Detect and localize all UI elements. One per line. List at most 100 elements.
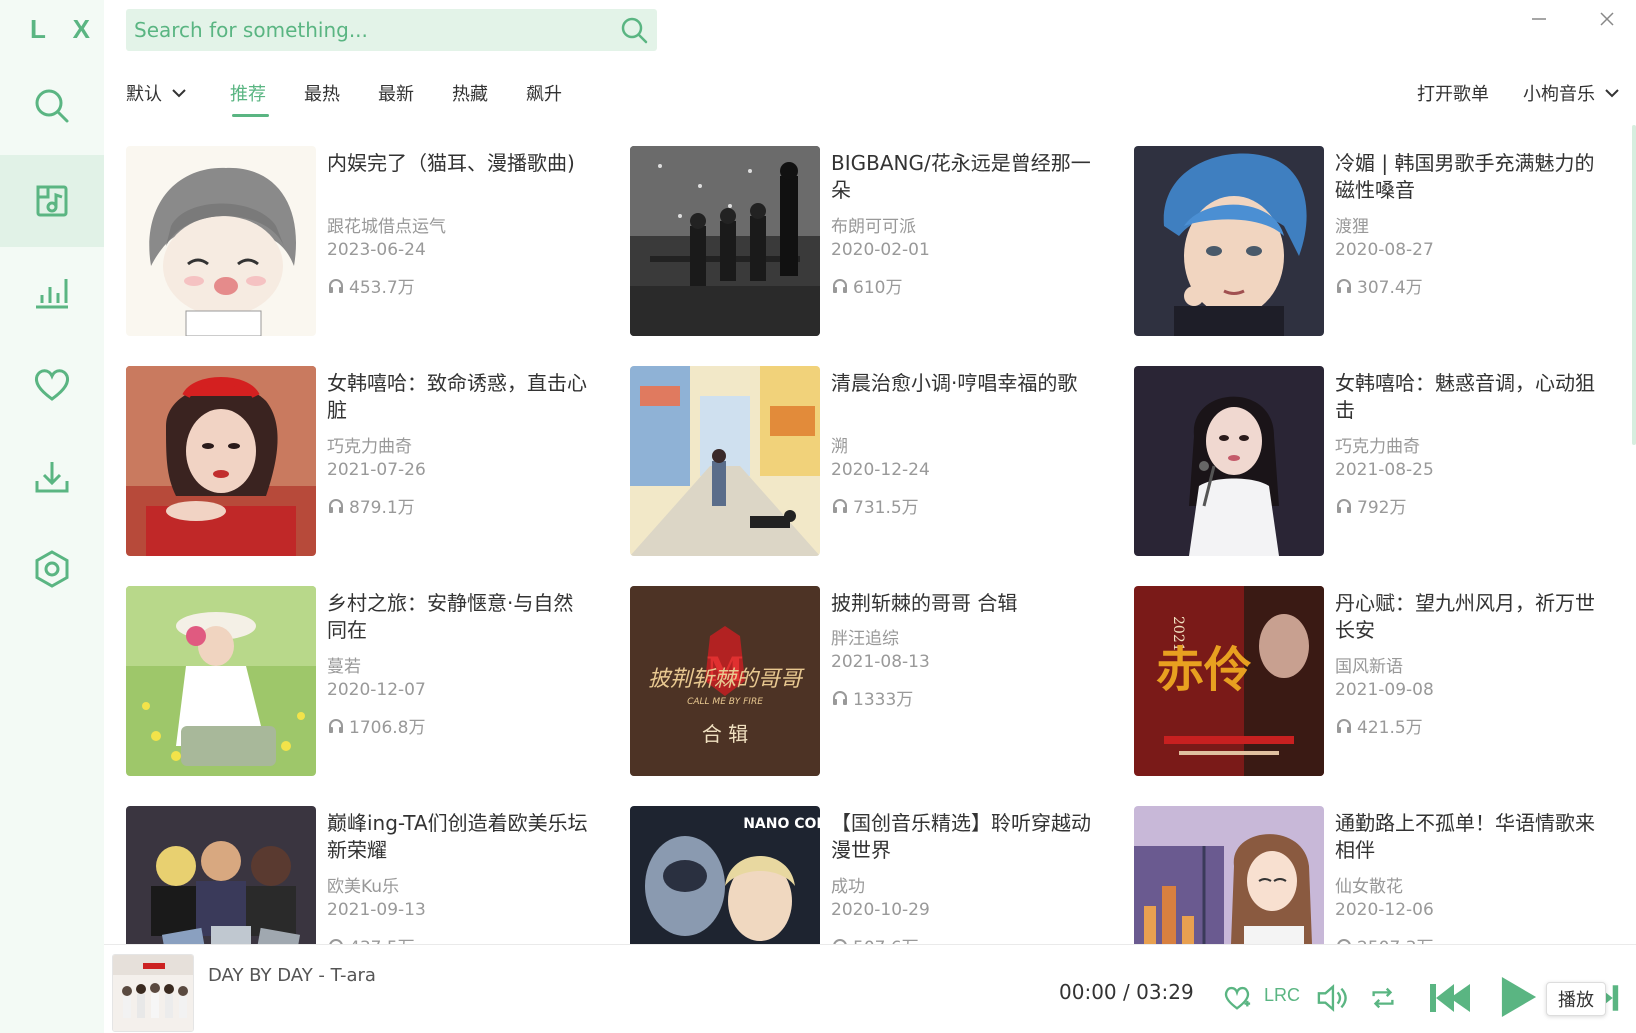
play-count: 610万	[853, 278, 903, 298]
tab-recommend[interactable]: 推荐	[230, 80, 266, 106]
playlist-card[interactable]: 巅峰ing-TA们创造着欧美乐坛新荣耀 欧美Ku乐 2021-09-13 437…	[126, 806, 616, 944]
loop-mode-button[interactable]	[1366, 981, 1400, 1015]
volume-button[interactable]	[1314, 981, 1350, 1015]
previous-track-button[interactable]	[1428, 977, 1472, 1019]
nav-songlist[interactable]	[0, 155, 104, 247]
playlist-plays: 437.5万	[327, 933, 415, 944]
playlist-cover[interactable]	[126, 146, 316, 336]
playlist-card[interactable]: 清晨治愈小调·哼唱幸福的歌 溯 2020-12-24 731.5万	[630, 366, 1120, 558]
playlist-cover[interactable]	[1134, 806, 1324, 944]
playlist-cover[interactable]: NANO CORE	[630, 806, 820, 944]
playlist-cover[interactable]	[630, 366, 820, 556]
nav-settings[interactable]	[0, 523, 104, 615]
playlist-cover[interactable]	[126, 806, 316, 944]
search-bar	[126, 9, 657, 51]
playlist-date: 2020-12-06	[1335, 900, 1434, 920]
playlist-title[interactable]: 巅峰ing-TA们创造着欧美乐坛新荣耀	[327, 810, 589, 864]
now-playing-cover[interactable]	[112, 954, 194, 1032]
playlist-cover[interactable]	[1134, 146, 1324, 336]
playlist-card[interactable]: 乡村之旅：安静惬意·与自然同在 蔓若 2020-12-07 1706.8万	[126, 586, 616, 778]
playlist-title[interactable]: 丹心赋：望九州风月，祈万世长安	[1335, 590, 1597, 644]
playlist-date: 2020-12-07	[327, 680, 426, 700]
active-tab-indicator	[232, 114, 269, 117]
sidebar: L X	[0, 0, 104, 1033]
cover-bottom-text: 合 辑	[702, 722, 748, 746]
nav-search[interactable]	[0, 60, 104, 152]
open-playlist-button[interactable]: 打开歌单	[1417, 80, 1489, 106]
playlist-title[interactable]: 冷媚 | 韩国男歌手充满魅力的磁性嗓音	[1335, 150, 1597, 204]
playlist-date: 2021-09-13	[327, 900, 426, 920]
cover-main-text: 披荆斩棘的哥哥	[648, 667, 805, 692]
scrollbar-thumb[interactable]	[1632, 125, 1636, 445]
playlist-cover[interactable]	[630, 146, 820, 336]
headphones-icon	[833, 938, 847, 944]
playlist-title[interactable]: 通勤路上不孤单！华语情歌来相伴	[1335, 810, 1597, 864]
play-count: 453.7万	[349, 278, 415, 298]
search-icon	[621, 17, 648, 44]
headphones-icon	[1337, 938, 1351, 944]
playlist-plays: 507.6万	[831, 933, 919, 944]
playlist-author: 欧美Ku乐	[327, 877, 400, 897]
play-count: 437.5万	[349, 933, 415, 944]
playlist-cover[interactable]: M 披荆斩棘的哥哥 CALL ME BY FIRE 合 辑	[630, 586, 820, 776]
playlist-author: 巧克力曲奇	[327, 437, 412, 457]
playlist-card[interactable]: NANO CORE 【国创音乐精选】聆听穿越动漫世界 成功 2020-10-29…	[630, 806, 1120, 944]
source-select[interactable]: 小枸音乐	[1523, 80, 1619, 106]
play-count: 1706.8万	[349, 718, 426, 738]
playlist-date: 2021-08-25	[1335, 460, 1434, 480]
playlist-card[interactable]: BIGBANG/花永远是曾经那一朵 布朗可可派 2020-02-01 610万	[630, 146, 1120, 338]
tab-hottest[interactable]: 最热	[304, 80, 340, 106]
search-button[interactable]	[619, 15, 649, 45]
playlist-card[interactable]: 内娱完了（猫耳、漫播歌曲) 跟花城借点运气 2023-06-24 453.7万	[126, 146, 616, 338]
playlist-title[interactable]: 披荆斩棘的哥哥 合辑	[831, 590, 1093, 617]
sort-select[interactable]: 默认	[126, 80, 186, 106]
favorite-button[interactable]	[1220, 981, 1254, 1015]
playlist-plays: 792万	[1335, 493, 1406, 518]
playlist-plays: 731.5万	[831, 493, 919, 518]
playlist-card[interactable]: 冷媚 | 韩国男歌手充满魅力的磁性嗓音 渡狸 2020-08-27 307.4万	[1134, 146, 1606, 338]
search-input[interactable]	[126, 9, 596, 51]
repeat-icon	[1372, 987, 1394, 1009]
heart-add-icon	[1224, 986, 1251, 1010]
playlist-title[interactable]: 内娱完了（猫耳、漫播歌曲)	[327, 150, 589, 177]
playlist-date: 2020-10-29	[831, 900, 930, 920]
lyrics-button[interactable]: LRC	[1264, 985, 1300, 1006]
playlist-date: 2020-12-24	[831, 460, 930, 480]
close-icon	[1600, 12, 1614, 26]
playlist-title[interactable]: 清晨治愈小调·哼唱幸福的歌	[831, 370, 1093, 397]
close-button[interactable]	[1592, 4, 1622, 34]
playlist-title[interactable]: 女韩嘻哈：魅惑音调，心动狙击	[1335, 370, 1597, 424]
tab-most-collected[interactable]: 热藏	[452, 80, 488, 106]
playlist-title[interactable]: BIGBANG/花永远是曾经那一朵	[831, 150, 1093, 204]
play-button[interactable]	[1498, 973, 1540, 1021]
playlist-title[interactable]: 乡村之旅：安静惬意·与自然同在	[327, 590, 589, 644]
chevron-down-icon	[1605, 89, 1619, 98]
headphones-icon	[329, 938, 343, 944]
playlist-card[interactable]: 2021 赤伶 丹心赋：望九州风月，祈万世长安 国风新语 2021-09-08 …	[1134, 586, 1606, 778]
playlist-cover[interactable]	[126, 366, 316, 556]
download-icon	[35, 462, 69, 493]
minimize-button[interactable]	[1524, 4, 1554, 34]
nav-leaderboard[interactable]	[0, 247, 104, 339]
playlist-author: 胖汪追综	[831, 629, 899, 649]
playlist-cover[interactable]: 2021 赤伶	[1134, 586, 1324, 776]
playlist-cover[interactable]	[126, 586, 316, 776]
headphones-icon	[329, 278, 343, 293]
playlist-card[interactable]: 女韩嘻哈：魅惑音调，心动狙击 巧克力曲奇 2021-08-25 792万	[1134, 366, 1606, 558]
playlist-card[interactable]: 女韩嘻哈：致命诱惑，直击心脏 巧克力曲奇 2021-07-26 879.1万	[126, 366, 616, 558]
playlist-cover[interactable]	[1134, 366, 1324, 556]
nav-download[interactable]	[0, 431, 104, 523]
playlist-author: 跟花城借点运气	[327, 217, 446, 237]
playlist-plays: 1706.8万	[327, 713, 425, 738]
playlist-card[interactable]: M 披荆斩棘的哥哥 CALL ME BY FIRE 合 辑 披荆斩棘的哥哥 合辑…	[630, 586, 1120, 778]
playlist-title[interactable]: 女韩嘻哈：致命诱惑，直击心脏	[327, 370, 589, 424]
playlist-plays: 421.5万	[1335, 713, 1423, 738]
playlist-card[interactable]: 通勤路上不孤单！华语情歌来相伴 仙女散花 2020-12-06 2507.3万	[1134, 806, 1606, 944]
tab-rising[interactable]: 飙升	[526, 80, 562, 106]
nav-favorites[interactable]	[0, 339, 104, 431]
tab-newest[interactable]: 最新	[378, 80, 414, 106]
settings-icon	[35, 550, 69, 588]
chart-bars-icon	[36, 279, 68, 309]
play-count: 2507.3万	[1357, 933, 1433, 944]
playlist-title[interactable]: 【国创音乐精选】聆听穿越动漫世界	[831, 810, 1093, 864]
